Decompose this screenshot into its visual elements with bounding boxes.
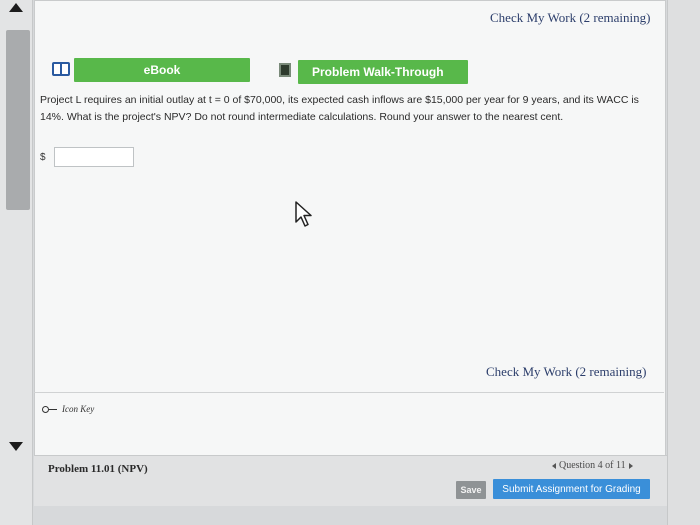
scroll-down-arrow-icon[interactable] <box>9 442 23 451</box>
ebook-button[interactable]: eBook <box>74 58 250 82</box>
divider <box>34 392 664 393</box>
icon-key-label: Icon Key <box>62 404 95 414</box>
npv-answer-input[interactable] <box>54 147 134 167</box>
question-text: Project L requires an initial outlay at … <box>40 94 639 123</box>
submit-assignment-button[interactable]: Submit Assignment for Grading <box>493 479 650 499</box>
previous-question-icon[interactable] <box>552 462 556 469</box>
check-my-work-link-bottom[interactable]: Check My Work (2 remaining) <box>486 364 646 380</box>
right-rail <box>667 0 700 525</box>
film-icon <box>279 63 291 77</box>
key-icon <box>42 405 58 413</box>
next-question-icon[interactable] <box>628 462 633 469</box>
problem-label: Problem 11.01 (NPV) <box>48 463 148 475</box>
question-nav-label: Question 4 of 11 <box>559 460 626 471</box>
currency-symbol: $ <box>40 152 46 163</box>
left-scrollbar[interactable] <box>0 0 33 525</box>
scroll-up-arrow-icon[interactable] <box>9 3 23 12</box>
save-button[interactable]: Save <box>456 481 486 499</box>
book-icon <box>52 62 70 76</box>
question-navigator[interactable]: Question 4 of 11 <box>552 460 633 471</box>
scroll-thumb[interactable] <box>6 30 30 210</box>
icon-key-link[interactable]: Icon Key <box>42 404 94 414</box>
check-my-work-link-top[interactable]: Check My Work (2 remaining) <box>490 10 650 26</box>
mouse-cursor-icon <box>295 201 312 227</box>
problem-walkthrough-button[interactable]: Problem Walk-Through <box>298 60 468 84</box>
